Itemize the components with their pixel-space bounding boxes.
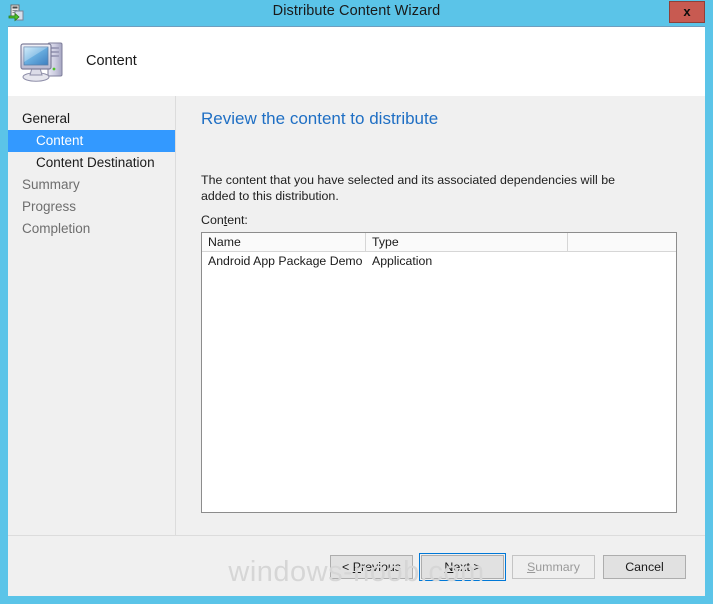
sidebar-item-label: Summary [22, 177, 80, 192]
sidebar-item-label: Content Destination [36, 155, 155, 170]
content-listview[interactable]: Name Type Android App Package Demo Appli… [201, 232, 677, 513]
column-header-name[interactable]: Name [202, 233, 366, 251]
next-suffix: ext > [453, 560, 481, 574]
sidebar-item-label: Progress [22, 199, 77, 214]
sidebar-item-label: Content [36, 133, 84, 148]
wizard-footer: < Previous Next > Summary Cancel [8, 535, 705, 596]
summary-accelerator: S [526, 560, 536, 574]
sidebar-item-summary[interactable]: Summary [8, 174, 175, 196]
cancel-button[interactable]: Cancel [603, 555, 686, 579]
cancel-suffix: ancel [634, 560, 664, 574]
wizard-header: Content [8, 26, 705, 96]
cell-name: Android App Package Demo [208, 254, 363, 268]
previous-accelerator: P [352, 560, 361, 574]
sidebar-item-content[interactable]: Content [8, 130, 175, 152]
summary-suffix: ummary [535, 560, 580, 574]
sidebar-item-progress[interactable]: Progress [8, 196, 175, 218]
listview-rows: Android App Package Demo Application [202, 252, 676, 270]
wizard-sidebar: General Content Content Destination Summ… [8, 96, 176, 592]
previous-prefix: < [342, 560, 353, 574]
column-header-type[interactable]: Type [366, 233, 568, 251]
computer-icon [18, 35, 70, 87]
title-bar: Distribute Content Wizard x [0, 0, 713, 26]
sidebar-item-label: General [22, 111, 71, 126]
wizard-body: General Content Content Destination Summ… [8, 96, 705, 592]
close-icon[interactable]: x [669, 1, 705, 23]
previous-button[interactable]: < Previous [330, 555, 413, 579]
summary-button: Summary [512, 555, 595, 579]
page-title: Review the content to distribute [201, 109, 439, 128]
cell-type: Application [372, 254, 433, 268]
distribute-content-wizard-window: Distribute Content Wizard x Content Gene… [0, 0, 713, 604]
sidebar-item-completion[interactable]: Completion [8, 218, 175, 240]
next-button[interactable]: Next > [419, 553, 506, 581]
sidebar-item-general[interactable]: General [8, 108, 175, 130]
cancel-accelerator: C [625, 560, 635, 574]
window-title: Distribute Content Wizard [272, 3, 441, 19]
content-list-label: Content: [201, 213, 248, 227]
column-header-blank[interactable] [568, 233, 676, 251]
intro-text: The content that you have selected and i… [201, 173, 615, 203]
listview-header-row: Name Type [202, 233, 676, 252]
sidebar-item-content-destination[interactable]: Content Destination [8, 152, 175, 174]
content-label-suffix: ent: [227, 213, 248, 227]
table-row[interactable]: Android App Package Demo Application [202, 252, 676, 270]
sidebar-item-label: Completion [22, 221, 91, 236]
wizard-content-pane: Review the content to distribute The con… [177, 96, 705, 592]
previous-suffix: revious [361, 560, 401, 574]
header-title: Content [86, 53, 137, 69]
content-label-prefix: Con [201, 213, 224, 227]
